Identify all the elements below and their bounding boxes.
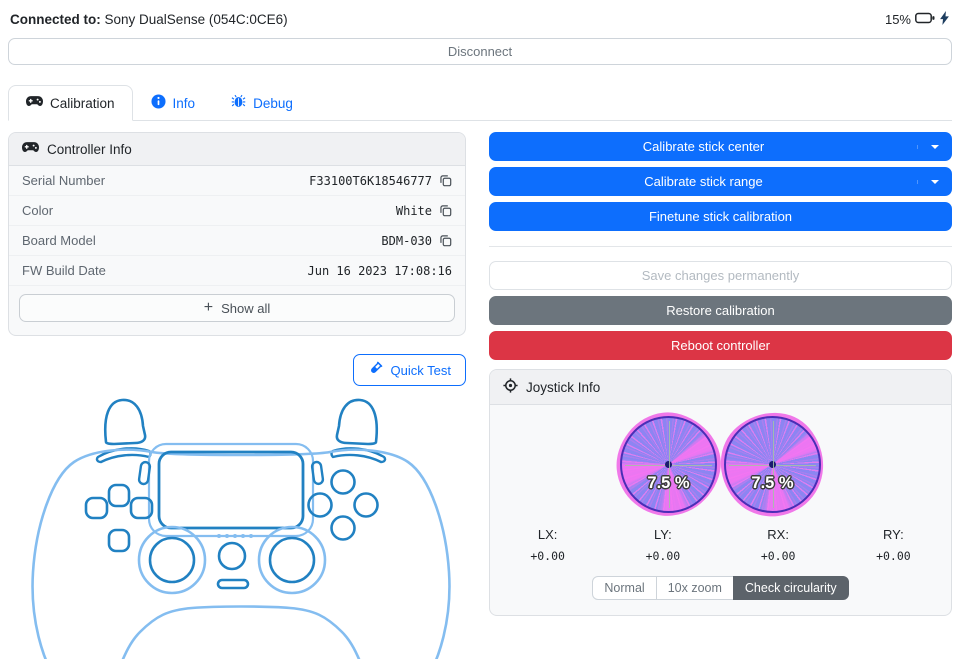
disconnect-label: Disconnect <box>447 44 513 59</box>
axis-ry: RY: +0.00 <box>836 527 951 563</box>
tab-info[interactable]: Info <box>133 85 214 121</box>
restore-calibration-button[interactable]: Restore calibration <box>489 296 952 325</box>
test-tube-icon <box>368 361 383 379</box>
info-row-board-model: Board Model BDM-030 <box>9 226 465 256</box>
axis-ly: LY: +0.00 <box>605 527 720 563</box>
ry-label: RY: <box>883 527 904 542</box>
quick-test-button[interactable]: Quick Test <box>352 354 466 386</box>
chevron-down-icon <box>930 144 939 149</box>
controller-info-header: Controller Info <box>9 133 465 166</box>
disconnect-button[interactable]: Disconnect <box>8 38 952 65</box>
controller-info-title: Controller Info <box>47 141 132 157</box>
info-row-color: Color White <box>9 196 465 226</box>
crosshair-icon <box>503 378 518 396</box>
charging-bolt-icon <box>939 11 950 28</box>
info-icon <box>151 94 166 112</box>
battery-status: 15% <box>885 11 950 28</box>
tab-info-label: Info <box>172 95 196 111</box>
left-stick-gauge: 7.5 % <box>603 399 734 530</box>
save-changes-label: Save changes permanently <box>641 268 800 283</box>
tab-debug-label: Debug <box>253 95 293 111</box>
plus-icon: + <box>203 299 214 316</box>
connection-status: Connected to: Sony DualSense (054C:0CE6) <box>10 12 288 27</box>
chevron-down-icon <box>930 179 939 184</box>
board-model-label: Board Model <box>22 233 96 248</box>
reboot-controller-button[interactable]: Reboot controller <box>489 331 952 360</box>
calibrate-stick-range-button[interactable]: Calibrate stick range <box>489 167 952 196</box>
app-root: Connected to: Sony DualSense (054C:0CE6)… <box>0 0 960 659</box>
axis-readouts: LX: +0.00 LY: +0.00 RX: +0.00 RY: +0.00 <box>490 515 951 565</box>
device-name: Sony DualSense (054C:0CE6) <box>104 12 288 27</box>
controller-illustration <box>31 398 451 659</box>
copy-icon[interactable] <box>439 234 452 247</box>
view-mode-group: Normal 10x zoom Check circularity <box>490 565 951 615</box>
axis-lx: LX: +0.00 <box>490 527 605 563</box>
finetune-label: Finetune stick calibration <box>648 209 793 224</box>
calibrate-range-dropdown-toggle[interactable] <box>917 179 951 184</box>
left-deadzone-value: 7.5 % <box>647 473 690 492</box>
rx-value: +0.00 <box>760 549 796 563</box>
joystick-info-card: Joystick Info 7.5 % 7.5 % LX: +0.00 LY: … <box>489 369 952 616</box>
color-value: White <box>395 203 432 218</box>
copy-icon[interactable] <box>439 174 452 187</box>
battery-icon <box>915 12 935 27</box>
calibrate-stick-range-label: Calibrate stick range <box>644 174 763 189</box>
ry-value: +0.00 <box>876 549 911 563</box>
battery-percent: 15% <box>884 12 911 27</box>
controller-info-card: Controller Info Serial Number F33100T6K1… <box>8 132 466 336</box>
lx-label: LX: <box>537 527 558 542</box>
info-row-serial: Serial Number F33100T6K18546777 <box>9 166 465 196</box>
color-label: Color <box>22 203 54 218</box>
left-stick-plot: 7.5 % <box>620 416 717 513</box>
restore-calibration-label: Restore calibration <box>666 303 775 318</box>
show-all-label: Show all <box>221 300 271 316</box>
joystick-info-header: Joystick Info <box>490 370 951 405</box>
fw-build-date-value: Jun 16 2023 17:08:16 <box>307 263 453 278</box>
reboot-controller-label: Reboot controller <box>671 338 770 353</box>
divider <box>489 246 952 247</box>
mode-check-circularity-button[interactable]: Check circularity <box>732 576 849 600</box>
serial-number-label: Serial Number <box>22 173 106 188</box>
quick-test-label: Quick Test <box>390 362 451 378</box>
tab-calibration[interactable]: Calibration <box>8 85 133 121</box>
fw-build-date-label: FW Build Date <box>22 263 106 278</box>
joystick-info-title: Joystick Info <box>526 379 601 395</box>
lx-value: +0.00 <box>530 549 565 563</box>
stick-gauges: 7.5 % 7.5 % <box>490 391 951 538</box>
calibrate-stick-center-button[interactable]: Calibrate stick center <box>489 132 952 161</box>
gamepad-icon <box>26 95 43 111</box>
stick-position-dot <box>769 461 776 468</box>
tab-calibration-label: Calibration <box>50 95 115 111</box>
save-changes-button[interactable]: Save changes permanently <box>489 261 952 290</box>
serial-number-value: F33100T6K18546777 <box>309 173 432 188</box>
mode-10x-zoom-button[interactable]: 10x zoom <box>655 576 734 600</box>
show-all-button[interactable]: + Show all <box>19 294 455 322</box>
calibrate-stick-center-label: Calibrate stick center <box>642 139 765 154</box>
tab-debug[interactable]: Debug <box>213 85 311 121</box>
bug-icon <box>231 94 246 112</box>
right-stick-plot: 7.5 % <box>724 416 821 513</box>
status-bar: Connected to: Sony DualSense (054C:0CE6)… <box>8 8 952 38</box>
stick-position-dot <box>665 461 672 468</box>
ly-label: LY: <box>653 527 672 542</box>
mode-normal-button[interactable]: Normal <box>592 576 657 600</box>
connected-to-label: Connected to: <box>10 12 101 27</box>
axis-rx: RX: +0.00 <box>721 527 836 563</box>
info-row-fw-build-date: FW Build Date Jun 16 2023 17:08:16 <box>9 256 465 286</box>
right-stick-gauge: 7.5 % <box>699 391 846 538</box>
tab-bar: Calibration Info Debug <box>8 85 952 121</box>
calibrate-center-dropdown-toggle[interactable] <box>917 144 951 149</box>
ly-value: +0.00 <box>645 549 681 563</box>
finetune-calibration-button[interactable]: Finetune stick calibration <box>489 202 952 231</box>
rx-label: RX: <box>767 527 789 542</box>
board-model-value: BDM-030 <box>381 233 432 248</box>
gamepad-icon <box>22 141 39 157</box>
right-deadzone-value: 7.5 % <box>751 473 794 492</box>
copy-icon[interactable] <box>439 204 452 217</box>
